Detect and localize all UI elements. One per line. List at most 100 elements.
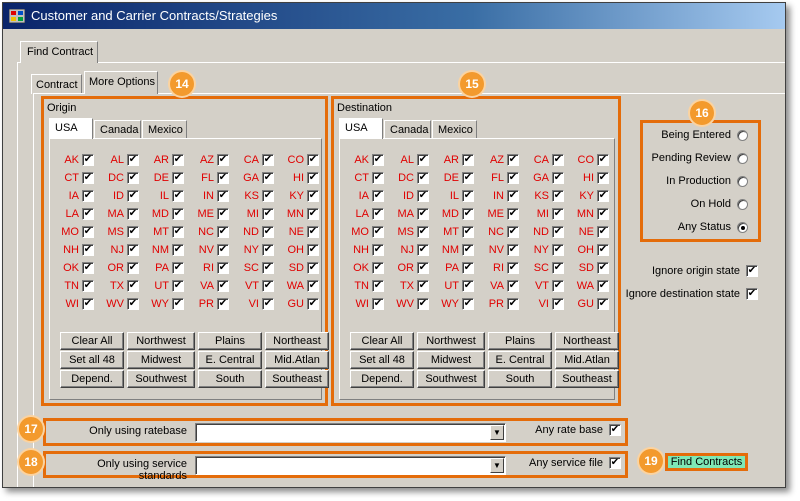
destination-state-hi[interactable]: HI ✔ xyxy=(564,169,609,187)
tab-more-options[interactable]: More Options xyxy=(84,71,158,94)
destination-state-pa[interactable]: PA ✔ xyxy=(429,259,474,277)
destination-state-co[interactable]: CO ✔ xyxy=(564,151,609,169)
destination-state-wi[interactable]: WI ✔ xyxy=(339,295,384,313)
state-checkbox[interactable]: ✔ xyxy=(127,208,139,220)
tab-find-contract[interactable]: Find Contract xyxy=(20,41,98,63)
state-checkbox[interactable]: ✔ xyxy=(552,244,564,256)
origin-state-vi[interactable]: VI ✔ xyxy=(229,295,274,313)
state-checkbox[interactable]: ✔ xyxy=(127,262,139,274)
origin-state-mi[interactable]: MI ✔ xyxy=(229,205,274,223)
destination-state-ok[interactable]: OK ✔ xyxy=(339,259,384,277)
status-option-on-hold[interactable]: On Hold xyxy=(691,198,748,210)
origin-state-dc[interactable]: DC ✔ xyxy=(94,169,139,187)
state-checkbox[interactable]: ✔ xyxy=(417,280,429,292)
destination-state-vt[interactable]: VT ✔ xyxy=(519,277,564,295)
destination-state-vi[interactable]: VI ✔ xyxy=(519,295,564,313)
destination-state-dc[interactable]: DC ✔ xyxy=(384,169,429,187)
origin-state-va[interactable]: VA ✔ xyxy=(184,277,229,295)
service-combo[interactable]: ▼ xyxy=(195,456,506,475)
status-radio[interactable] xyxy=(737,152,748,164)
destination-tab-canada[interactable]: Canada xyxy=(384,120,431,138)
destination-state-mt[interactable]: MT ✔ xyxy=(429,223,474,241)
state-checkbox[interactable]: ✔ xyxy=(217,244,229,256)
destination-state-nm[interactable]: NM ✔ xyxy=(429,241,474,259)
destination-mid-atlan-button[interactable]: Mid.Atlan xyxy=(555,351,619,369)
origin-state-mo[interactable]: MO ✔ xyxy=(49,223,94,241)
state-checkbox[interactable]: ✔ xyxy=(372,226,384,238)
state-checkbox[interactable]: ✔ xyxy=(82,262,94,274)
state-checkbox[interactable]: ✔ xyxy=(172,244,184,256)
destination-state-nv[interactable]: NV ✔ xyxy=(474,241,519,259)
state-checkbox[interactable]: ✔ xyxy=(417,172,429,184)
destination-state-ky[interactable]: KY ✔ xyxy=(564,187,609,205)
origin-state-ar[interactable]: AR ✔ xyxy=(139,151,184,169)
state-checkbox[interactable]: ✔ xyxy=(507,262,519,274)
origin-state-co[interactable]: CO ✔ xyxy=(274,151,319,169)
state-checkbox[interactable]: ✔ xyxy=(127,280,139,292)
state-checkbox[interactable]: ✔ xyxy=(552,226,564,238)
state-checkbox[interactable]: ✔ xyxy=(462,190,474,202)
destination-state-in[interactable]: IN ✔ xyxy=(474,187,519,205)
state-checkbox[interactable]: ✔ xyxy=(597,190,609,202)
destination-plains-button[interactable]: Plains xyxy=(488,332,552,350)
state-checkbox[interactable]: ✔ xyxy=(172,262,184,274)
state-checkbox[interactable]: ✔ xyxy=(597,244,609,256)
state-checkbox[interactable]: ✔ xyxy=(262,298,274,310)
ignore-origin-checkbox[interactable]: ✔ xyxy=(746,265,758,277)
state-checkbox[interactable]: ✔ xyxy=(552,298,564,310)
state-checkbox[interactable]: ✔ xyxy=(262,190,274,202)
state-checkbox[interactable]: ✔ xyxy=(417,244,429,256)
origin-southwest-button[interactable]: Southwest xyxy=(127,370,195,388)
destination-state-de[interactable]: DE ✔ xyxy=(429,169,474,187)
state-checkbox[interactable]: ✔ xyxy=(597,280,609,292)
origin-set-all-48-button[interactable]: Set all 48 xyxy=(60,351,124,369)
state-checkbox[interactable]: ✔ xyxy=(507,244,519,256)
origin-state-nv[interactable]: NV ✔ xyxy=(184,241,229,259)
state-checkbox[interactable]: ✔ xyxy=(307,208,319,220)
state-checkbox[interactable]: ✔ xyxy=(597,226,609,238)
state-checkbox[interactable]: ✔ xyxy=(307,154,319,166)
destination-state-la[interactable]: LA ✔ xyxy=(339,205,384,223)
state-checkbox[interactable]: ✔ xyxy=(307,262,319,274)
destination-southwest-button[interactable]: Southwest xyxy=(417,370,485,388)
destination-state-ny[interactable]: NY ✔ xyxy=(519,241,564,259)
state-checkbox[interactable]: ✔ xyxy=(82,190,94,202)
state-checkbox[interactable]: ✔ xyxy=(417,208,429,220)
destination-state-ar[interactable]: AR ✔ xyxy=(429,151,474,169)
origin-state-or[interactable]: OR ✔ xyxy=(94,259,139,277)
state-checkbox[interactable]: ✔ xyxy=(127,298,139,310)
origin-depend-button[interactable]: Depend. xyxy=(60,370,124,388)
origin-state-nd[interactable]: ND ✔ xyxy=(229,223,274,241)
origin-tab-mexico[interactable]: Mexico xyxy=(142,120,187,138)
origin-state-nm[interactable]: NM ✔ xyxy=(139,241,184,259)
destination-state-ga[interactable]: GA ✔ xyxy=(519,169,564,187)
destination-state-ks[interactable]: KS ✔ xyxy=(519,187,564,205)
destination-clear-all-button[interactable]: Clear All xyxy=(350,332,414,350)
state-checkbox[interactable]: ✔ xyxy=(372,190,384,202)
origin-state-ca[interactable]: CA ✔ xyxy=(229,151,274,169)
origin-state-nc[interactable]: NC ✔ xyxy=(184,223,229,241)
state-checkbox[interactable]: ✔ xyxy=(172,298,184,310)
state-checkbox[interactable]: ✔ xyxy=(307,226,319,238)
state-checkbox[interactable]: ✔ xyxy=(372,244,384,256)
origin-state-il[interactable]: IL ✔ xyxy=(139,187,184,205)
state-checkbox[interactable]: ✔ xyxy=(507,208,519,220)
origin-state-ks[interactable]: KS ✔ xyxy=(229,187,274,205)
state-checkbox[interactable]: ✔ xyxy=(462,262,474,274)
origin-mid-atlan-button[interactable]: Mid.Atlan xyxy=(265,351,329,369)
state-checkbox[interactable]: ✔ xyxy=(217,280,229,292)
destination-state-il[interactable]: IL ✔ xyxy=(429,187,474,205)
origin-state-ia[interactable]: IA ✔ xyxy=(49,187,94,205)
status-radio[interactable] xyxy=(737,198,748,210)
origin-northeast-button[interactable]: Northeast xyxy=(265,332,329,350)
state-checkbox[interactable]: ✔ xyxy=(82,244,94,256)
origin-state-mt[interactable]: MT ✔ xyxy=(139,223,184,241)
origin-e-central-button[interactable]: E. Central xyxy=(198,351,262,369)
state-checkbox[interactable]: ✔ xyxy=(597,154,609,166)
state-checkbox[interactable]: ✔ xyxy=(82,208,94,220)
origin-tab-canada[interactable]: Canada xyxy=(94,120,141,138)
state-checkbox[interactable]: ✔ xyxy=(262,154,274,166)
origin-state-ky[interactable]: KY ✔ xyxy=(274,187,319,205)
state-checkbox[interactable]: ✔ xyxy=(417,190,429,202)
state-checkbox[interactable]: ✔ xyxy=(462,298,474,310)
